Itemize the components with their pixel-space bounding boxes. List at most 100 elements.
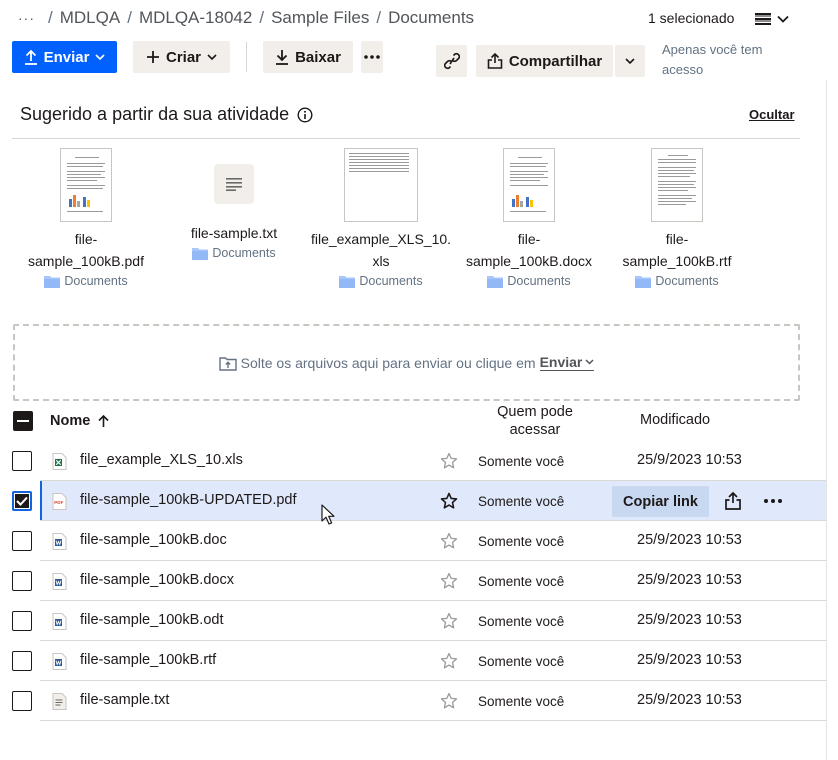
suggested-title-text: Sugerido a partir da sua atividade — [20, 104, 290, 124]
suggested-file-location[interactable]: Documents — [635, 274, 719, 288]
selection-count: 1 selecionado — [648, 10, 735, 26]
svg-text:PDF: PDF — [54, 500, 63, 505]
copy-link-button[interactable] — [436, 45, 467, 77]
document-thumbnail — [651, 148, 703, 222]
row-divider — [40, 720, 827, 721]
row-checkbox[interactable] — [12, 571, 32, 591]
star-icon[interactable] — [440, 532, 458, 550]
row-checkbox-checked[interactable] — [12, 491, 32, 511]
row-checkbox[interactable] — [12, 691, 32, 711]
row-checkbox[interactable] — [12, 611, 32, 631]
column-header-name[interactable]: Nome — [50, 413, 109, 429]
table-row[interactable]: file_example_XLS_10.xls Somente você 25/… — [0, 441, 838, 481]
star-icon[interactable] — [440, 692, 458, 710]
row-checkbox[interactable] — [12, 451, 32, 471]
suggested-file-location[interactable]: Documents — [339, 274, 423, 288]
hide-suggestions-button[interactable]: Ocultar — [749, 107, 795, 122]
share-button[interactable]: Compartilhar — [476, 45, 613, 77]
star-icon[interactable] — [440, 492, 458, 510]
suggested-file-name: file-sample_100kB.docx — [465, 231, 593, 269]
file-name[interactable]: file-sample_100kB.odt — [80, 612, 223, 628]
create-button[interactable]: Criar — [133, 41, 230, 73]
file-name[interactable]: file_example_XLS_10.xls — [80, 452, 243, 468]
view-toggle-button[interactable] — [755, 8, 793, 30]
breadcrumb: ··· / MDLQA / MDLQA-18042 / Sample Files… — [18, 6, 474, 30]
folder-icon — [44, 275, 61, 288]
share-options-button[interactable] — [615, 45, 645, 77]
upload-button[interactable]: Enviar — [12, 41, 117, 73]
list-view-icon — [755, 13, 771, 25]
table-row[interactable]: file-sample.txt Somente você 25/9/2023 1… — [0, 681, 838, 721]
file-name[interactable]: file-sample_100kB.rtf — [80, 652, 216, 668]
breadcrumb-item-mdlqa-18042[interactable]: MDLQA-18042 — [139, 8, 252, 28]
text-file-icon — [214, 164, 254, 204]
more-actions-button[interactable] — [361, 41, 383, 73]
access-text: Somente você — [478, 574, 565, 589]
breadcrumb-separator: / — [259, 8, 265, 27]
modified-date: 25/9/2023 10:53 — [637, 532, 742, 548]
column-header-access: Quem pode acessar — [497, 404, 573, 438]
suggested-card[interactable]: file-sample_100kB.rtf Documents — [607, 148, 747, 288]
file-name[interactable]: file-sample_100kB-UPDATED.pdf — [80, 492, 297, 508]
toolbar-divider — [246, 42, 247, 72]
access-note: Apenas você tem acesso — [662, 42, 763, 77]
share-icon — [487, 53, 503, 69]
suggested-card[interactable]: file_example_XLS_10. xls Documents — [311, 148, 451, 288]
suggested-card[interactable]: file-sample_100kB.docx Documents — [459, 148, 599, 288]
file-name[interactable]: file-sample_100kB.doc — [80, 532, 227, 548]
suggested-file-name: file-sample.txt — [190, 225, 278, 241]
chevron-down-icon — [95, 53, 105, 61]
table-row[interactable]: file-sample_100kB.doc Somente você 25/9/… — [0, 521, 838, 561]
suggested-file-location[interactable]: Documents — [487, 274, 571, 288]
row-checkbox[interactable] — [12, 531, 32, 551]
breadcrumb-current: Documents — [388, 8, 475, 27]
suggested-section-title: Sugerido a partir da sua atividade — [20, 104, 313, 125]
breadcrumb-more-button[interactable]: ··· — [18, 10, 35, 26]
upload-dropzone[interactable]: Solte os arquivos aqui para enviar ou cl… — [13, 324, 800, 401]
star-icon[interactable] — [440, 652, 458, 670]
more-horizontal-icon[interactable] — [762, 491, 784, 511]
breadcrumb-item-mdlqa[interactable]: MDLQA — [60, 8, 120, 28]
scroll-edge — [826, 80, 827, 760]
info-icon[interactable] — [297, 106, 313, 123]
table-row[interactable]: file-sample_100kB.odt Somente você 25/9/… — [0, 601, 838, 641]
create-label: Criar — [165, 48, 202, 66]
suggested-file-location[interactable]: Documents — [44, 274, 128, 288]
modified-date: 25/9/2023 10:53 — [637, 652, 742, 668]
suggested-file-location[interactable]: Documents — [192, 246, 276, 260]
suggested-file-name: file-sample_100kB.pdf — [28, 231, 144, 269]
access-text: Somente você — [478, 534, 565, 549]
suggested-card[interactable]: file-sample_100kB.pdf Documents — [16, 148, 156, 288]
download-label: Baixar — [295, 48, 341, 66]
word-file-icon — [52, 573, 67, 590]
excel-file-icon — [52, 453, 67, 470]
star-icon[interactable] — [440, 572, 458, 590]
dropzone-upload-link[interactable]: Enviar — [539, 354, 595, 371]
row-checkbox[interactable] — [12, 651, 32, 671]
text-file-icon — [52, 693, 67, 710]
upload-label: Enviar — [43, 48, 90, 66]
share-icon[interactable] — [723, 491, 743, 511]
link-icon — [443, 52, 460, 70]
breadcrumb-item-sample-files[interactable]: Sample Files — [271, 8, 369, 28]
star-icon[interactable] — [440, 452, 458, 470]
word-file-icon — [52, 533, 67, 550]
file-name[interactable]: file-sample.txt — [80, 692, 169, 708]
star-icon[interactable] — [440, 612, 458, 630]
download-button[interactable]: Baixar — [263, 41, 353, 73]
access-text: Somente você — [478, 614, 565, 629]
chevron-down-icon — [777, 15, 789, 23]
breadcrumb-separator: / — [376, 8, 382, 27]
file-name[interactable]: file-sample_100kB.docx — [80, 572, 234, 588]
suggested-card[interactable]: file-sample.txt Documents — [164, 148, 304, 260]
mouse-cursor-icon — [321, 504, 335, 525]
table-row[interactable]: file-sample_100kB.rtf Somente você 25/9/… — [0, 641, 838, 681]
select-all-checkbox[interactable] — [13, 411, 33, 431]
table-row[interactable]: file-sample_100kB.docx Somente você 25/9… — [0, 561, 838, 601]
table-row-selected[interactable]: PDF file-sample_100kB-UPDATED.pdf Soment… — [0, 481, 838, 521]
checkmark-icon — [16, 496, 28, 506]
copy-link-row-button[interactable]: Copiar link — [612, 486, 709, 517]
column-header-modified[interactable]: Modificado — [640, 412, 710, 428]
modified-date: 25/9/2023 10:53 — [637, 612, 742, 628]
upload-icon — [24, 49, 38, 65]
